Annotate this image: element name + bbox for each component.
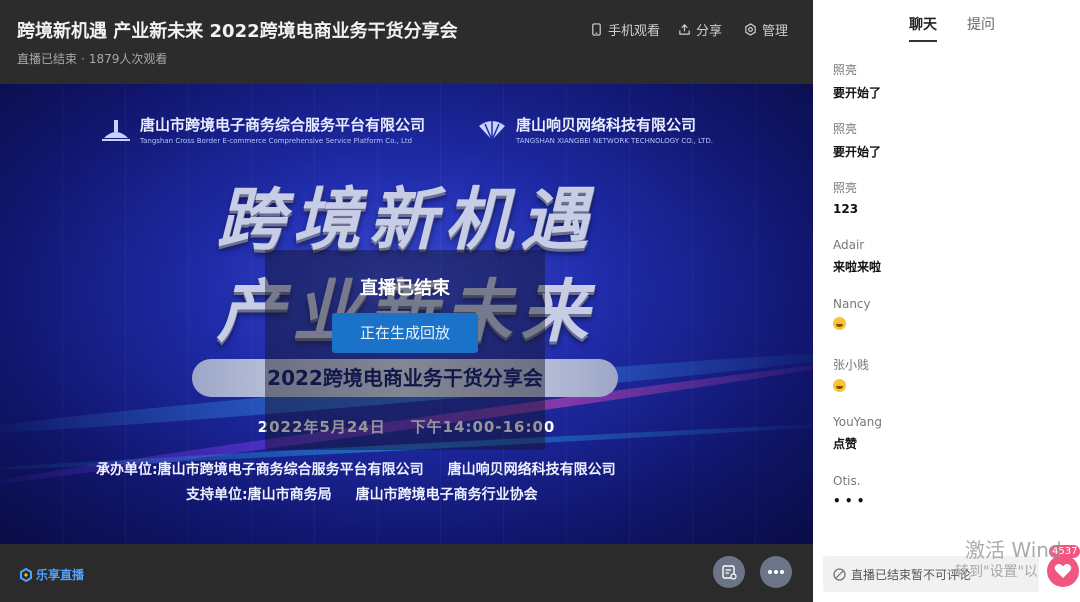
poster-organizers: 唐山市跨境电子商务综合服务平台有限公司 Tangshan Cross Borde… [0,114,813,150]
manage-label: 管理 [762,24,789,39]
message-text: • • • [833,494,865,508]
message-text: 要开始了 [833,145,882,159]
share-button[interactable]: 分享 [678,20,722,39]
share-icon [679,24,690,35]
message-author: 照亮 [833,63,858,77]
live-ended-text: 直播已结束 [360,278,450,299]
separator: · [81,52,85,66]
chat-message: Nancy [833,297,1063,356]
header: 跨境新机遇 产业新未来 2022跨境电商业务干货分享会 直播已结束 · 1879人次… [0,0,813,84]
poster-host-line: 承办单位:唐山市跨境电子商务综合服务平台有限公司 唐山响贝网络科技有限公司 [96,459,616,479]
chat-message: 照亮 123 [833,179,1063,238]
poster-host: 承办单位:唐山市跨境电子商务综合服务平台有限公司 [96,462,424,478]
tab-questions[interactable]: 提问 [967,14,995,34]
poster-support: 支持单位:唐山市商务局 [186,487,332,503]
poster-support-line: 支持单位:唐山市商务局 唐山市跨境电子商务行业协会 [186,484,538,504]
gear-icon [745,23,756,36]
brand-logo-icon [20,567,32,582]
manage-button[interactable]: 管理 [744,20,788,39]
message-author: Adair [833,238,865,252]
chat-message: 张小贱 [833,356,1063,415]
view-count: 1879人次观看 [88,52,168,66]
more-options-button[interactable] [760,556,792,588]
organizer-1: 唐山市跨境电子商务综合服务平台有限公司 Tangshan Cross Borde… [100,114,425,145]
brand-label: 乐享直播 [36,568,85,582]
forbidden-icon [833,567,846,581]
notes-icon [722,565,737,580]
message-text: 123 [833,202,859,216]
live-ended-overlay: 直播已结束 正在生成回放 [265,250,545,450]
share-label: 分享 [696,24,723,39]
organizer-2-english: TANGSHAN XIANGBEI NETWORK TECHNOLOGY CO.… [516,137,713,145]
tab-chat[interactable]: 聊天 [909,14,937,42]
page-title: 跨境新机遇 产业新未来 2022跨境电商业务干货分享会 [17,21,458,42]
chat-message: 照亮 要开始了 [833,61,1063,120]
message-author: 张小贱 [833,358,870,372]
message-text: 来啦来啦 [833,260,882,274]
message-author: 照亮 [833,122,858,136]
organizer-2-name: 唐山响贝网络科技有限公司 [516,116,697,134]
smile-emoji-icon [833,317,846,330]
message-author: 照亮 [833,181,858,195]
message-author: Otis. [833,474,861,488]
chat-message: 照亮 要开始了 [833,120,1063,179]
heart-icon [1054,564,1072,578]
mobile-watch-label: 手机观看 [608,24,661,39]
smile-emoji-icon [833,379,846,392]
message-text [833,317,1063,333]
chat-message: YouYang 点赞 [833,415,1063,474]
organizer-1-english: Tangshan Cross Border E-commerce Compreh… [140,137,413,145]
chat-panel: 聊天 提问 照亮 要开始了 照亮 要开始了 照亮 123 Adair 来啦来啦 … [813,0,1080,602]
activation-watermark-hint: 转到"设置"以 [955,564,1038,580]
organizer-2: 唐山响贝网络科技有限公司 TANGSHAN XIANGBEI NETWORK T… [476,114,713,145]
notes-button[interactable] [713,556,745,588]
video-poster[interactable]: 唐山市跨境电子商务综合服务平台有限公司 Tangshan Cross Borde… [0,84,813,544]
chat-message: Otis. • • • [833,474,1063,533]
organizer-1-logo-icon [102,119,130,141]
message-author: YouYang [833,415,882,429]
generating-replay-button[interactable]: 正在生成回放 [332,313,478,353]
organizer-1-name: 唐山市跨境电子商务综合服务平台有限公司 [140,116,426,134]
phone-icon [592,23,601,36]
player-bottom-bar: 乐享直播 [0,544,813,602]
chat-tabs: 聊天 提问 [813,0,1080,46]
live-status: 直播已结束 · 1879人次观看 [17,50,167,67]
main-area: 跨境新机遇 产业新未来 2022跨境电商业务干货分享会 直播已结束 · 1879人次… [0,0,813,602]
chat-message-list[interactable]: 照亮 要开始了 照亮 要开始了 照亮 123 Adair 来啦来啦 Nancy … [833,61,1063,533]
chat-disabled-text: 直播已结束暂不可评论 [851,567,972,582]
brand-link[interactable]: 乐享直播 [19,566,84,583]
poster-support-2: 唐山市跨境电子商务行业协会 [355,487,538,503]
chat-message: Adair 来啦来啦 [833,238,1063,297]
message-author: Nancy [833,297,871,311]
message-text: 要开始了 [833,86,882,100]
status-text: 直播已结束 [17,52,78,66]
app: 跨境新机遇 产业新未来 2022跨境电商业务干货分享会 直播已结束 · 1879人次… [0,0,1080,602]
more-icon [768,570,784,574]
message-text [833,379,1063,395]
poster-host-2: 唐山响贝网络科技有限公司 [447,462,616,478]
poster-headline-1: 跨境新机遇 [216,181,597,260]
message-text: 点赞 [833,437,858,451]
activation-watermark: 激活 Wind [965,538,1062,562]
shell-logo-icon [479,120,505,140]
mobile-watch-button[interactable]: 手机观看 [590,20,660,39]
